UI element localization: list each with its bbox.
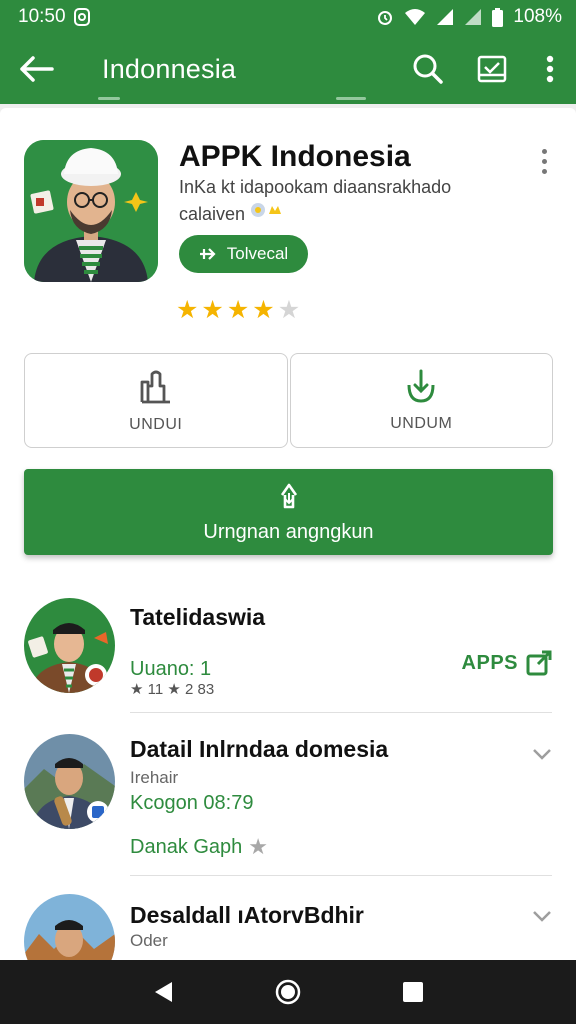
back-button[interactable] bbox=[0, 34, 72, 104]
app-overflow-menu[interactable] bbox=[534, 146, 554, 176]
app-description-line2: calaiven bbox=[179, 203, 246, 224]
star-icon: ★ bbox=[248, 834, 269, 859]
app-bar: Indonnesia bbox=[0, 34, 576, 104]
app-icon-portrait bbox=[24, 140, 158, 282]
inbox-button[interactable] bbox=[460, 34, 524, 104]
overflow-dot bbox=[541, 158, 547, 164]
triangle-back-icon bbox=[154, 982, 172, 1002]
title-underline-left bbox=[98, 97, 120, 100]
list-item-title: Datail Inlrndaa domesia bbox=[130, 736, 389, 762]
app-header: APPK Indonesia InKa kt idapookam diaansr… bbox=[24, 140, 554, 340]
install-chip-label: Tolvecal bbox=[226, 244, 289, 263]
app-bar-title: Indonnesia bbox=[102, 53, 237, 84]
search-icon bbox=[413, 54, 443, 84]
primary-action-button[interactable]: Urngnan angngkun bbox=[24, 469, 553, 555]
app-description-line1: InKa kt idapookam diaansrakhado bbox=[179, 177, 452, 197]
open-external-icon bbox=[526, 650, 552, 676]
star-filled-icon: ★ bbox=[201, 296, 224, 324]
download-button-left-label: UNDUI bbox=[129, 415, 183, 433]
star-filled-icon: ★ bbox=[252, 296, 275, 324]
info-badge-icon bbox=[249, 200, 285, 227]
signal-icon-secondary bbox=[464, 8, 482, 26]
wifi-icon bbox=[404, 8, 426, 26]
alarm-icon bbox=[376, 8, 394, 26]
nav-home-button[interactable] bbox=[258, 962, 318, 1022]
chevron-down-icon[interactable] bbox=[532, 748, 552, 760]
download-button-right-label: UNDUM bbox=[390, 414, 453, 432]
download-button-left[interactable]: UNDUI bbox=[24, 353, 288, 448]
app-icon[interactable] bbox=[24, 140, 158, 282]
signal-icon bbox=[436, 8, 454, 26]
nav-back-button[interactable] bbox=[133, 962, 193, 1022]
list-item[interactable]: Datail Inlrndaa domesia Irehair Kcogon 0… bbox=[0, 718, 576, 878]
avatar bbox=[24, 734, 115, 829]
download-icon bbox=[407, 369, 435, 403]
overflow-menu-button[interactable] bbox=[524, 34, 576, 104]
overflow-dot bbox=[541, 168, 547, 174]
list-item[interactable]: Tatelidaswia Uuano: 1 ★ 11 ★ 2 83 APPS bbox=[0, 588, 576, 713]
circle-home-icon bbox=[275, 979, 301, 1005]
archive-icon bbox=[140, 370, 170, 403]
list-item-detail-link[interactable]: Danak Gaph ★ bbox=[130, 834, 268, 860]
title-underline-right bbox=[336, 97, 366, 100]
notification-icon bbox=[73, 8, 90, 26]
list-item-version: Uuano: 1 bbox=[130, 658, 212, 680]
avatar bbox=[24, 894, 115, 960]
list-item-subtitle: Oder bbox=[130, 931, 168, 950]
app-description: InKa kt idapookam diaansrakhado calaiven bbox=[179, 174, 539, 227]
app-name: APPK Indonesia bbox=[179, 140, 411, 173]
list-item-title: Tatelidaswia bbox=[130, 604, 266, 630]
list-item-subtitle: Irehair bbox=[130, 768, 179, 787]
avatar bbox=[24, 598, 115, 693]
search-button[interactable] bbox=[396, 34, 460, 104]
install-chip-button[interactable]: Tolvecal bbox=[179, 235, 308, 273]
square-recents-icon bbox=[403, 982, 424, 1002]
status-bar: 10:50 108% bbox=[0, 0, 576, 34]
rating-stars: ★ ★ ★ ★ ★ bbox=[176, 298, 300, 323]
app-detail-card: APPK Indonesia InKa kt idapookam diaansr… bbox=[0, 108, 576, 960]
apps-link[interactable]: APPS bbox=[462, 650, 552, 676]
star-filled-icon: ★ bbox=[226, 296, 250, 324]
list-item[interactable]: Desaldall ıAtorvBdhir Oder bbox=[0, 884, 576, 960]
transfer-icon bbox=[199, 248, 216, 260]
system-navigation-bar bbox=[0, 960, 576, 1024]
star-filled-icon: ★ bbox=[176, 296, 199, 324]
download-button-right[interactable]: UNDUM bbox=[289, 353, 553, 448]
chevron-down-icon[interactable] bbox=[532, 910, 552, 922]
arrow-left-icon bbox=[20, 56, 54, 82]
list-item-coupon: Kcogon 08:79 bbox=[130, 792, 254, 814]
battery-percent: 108% bbox=[513, 6, 562, 27]
nav-recents-button[interactable] bbox=[383, 962, 443, 1022]
status-time: 10:50 bbox=[18, 6, 66, 27]
download-buttons-row: UNDUI UNDUM bbox=[24, 353, 553, 448]
primary-action-label: Urngnan angngkun bbox=[203, 520, 374, 543]
apps-link-label: APPS bbox=[461, 651, 518, 674]
list-item-detail-label: Danak Gaph bbox=[130, 835, 243, 858]
list-item-stats: ★ 11 ★ 2 83 bbox=[130, 681, 215, 698]
more-vertical-icon bbox=[546, 55, 554, 83]
battery-icon bbox=[492, 7, 504, 27]
divider bbox=[130, 875, 552, 876]
inbox-check-icon bbox=[477, 55, 507, 83]
star-empty-icon: ★ bbox=[277, 296, 301, 324]
divider bbox=[130, 712, 552, 713]
overflow-dot bbox=[541, 148, 547, 154]
upload-home-icon bbox=[280, 483, 297, 508]
list-item-title: Desaldall ıAtorvBdhir bbox=[130, 902, 364, 928]
